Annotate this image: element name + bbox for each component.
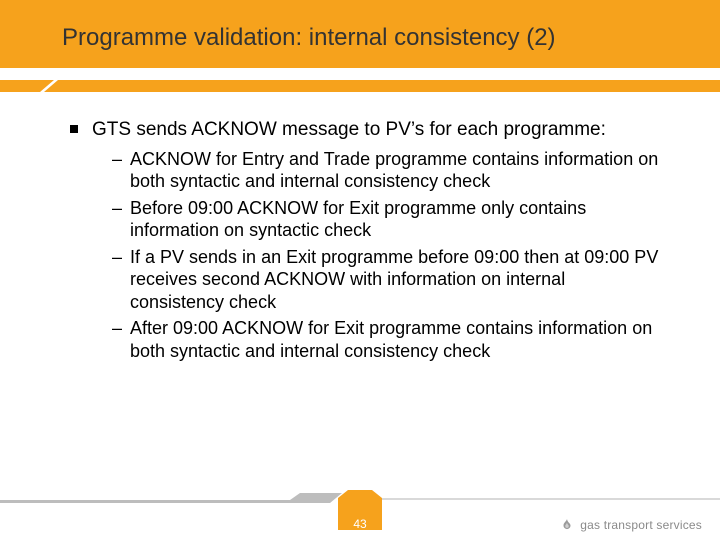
bullet1-text: GTS sends ACKNOW message to PV’s for eac… [92, 119, 606, 140]
bullet-level2: – After 09:00 ACKNOW for Exit programme … [112, 317, 660, 362]
footer-accent [0, 490, 720, 504]
footer-logo: gas transport services [560, 518, 702, 532]
dash-bullet-icon: – [112, 246, 122, 269]
flame-icon [560, 518, 574, 532]
square-bullet-icon [70, 125, 78, 133]
bullet-level2: – ACKNOW for Entry and Trade programme c… [112, 148, 660, 193]
bullet2-text: Before 09:00 ACKNOW for Exit programme o… [130, 198, 586, 241]
bullet2-text: If a PV sends in an Exit programme befor… [130, 247, 658, 312]
accent-stripe [0, 80, 720, 94]
body-content: GTS sends ACKNOW message to PV’s for eac… [70, 118, 660, 366]
bullet2-text: ACKNOW for Entry and Trade programme con… [130, 149, 658, 192]
logo-text: gas transport services [580, 518, 702, 532]
dash-bullet-icon: – [112, 197, 122, 220]
slide: Programme validation: internal consisten… [0, 0, 720, 540]
bullet-level1: GTS sends ACKNOW message to PV’s for eac… [70, 118, 660, 142]
dash-bullet-icon: – [112, 148, 122, 171]
dash-bullet-icon: – [112, 317, 122, 340]
bullet2-text: After 09:00 ACKNOW for Exit programme co… [130, 318, 652, 361]
page-number: 43 [340, 517, 380, 531]
bullet-level2: – If a PV sends in an Exit programme bef… [112, 246, 660, 314]
bullet-level2: – Before 09:00 ACKNOW for Exit programme… [112, 197, 660, 242]
slide-title: Programme validation: internal consisten… [62, 24, 556, 52]
sub-bullet-list: – ACKNOW for Entry and Trade programme c… [70, 148, 660, 363]
